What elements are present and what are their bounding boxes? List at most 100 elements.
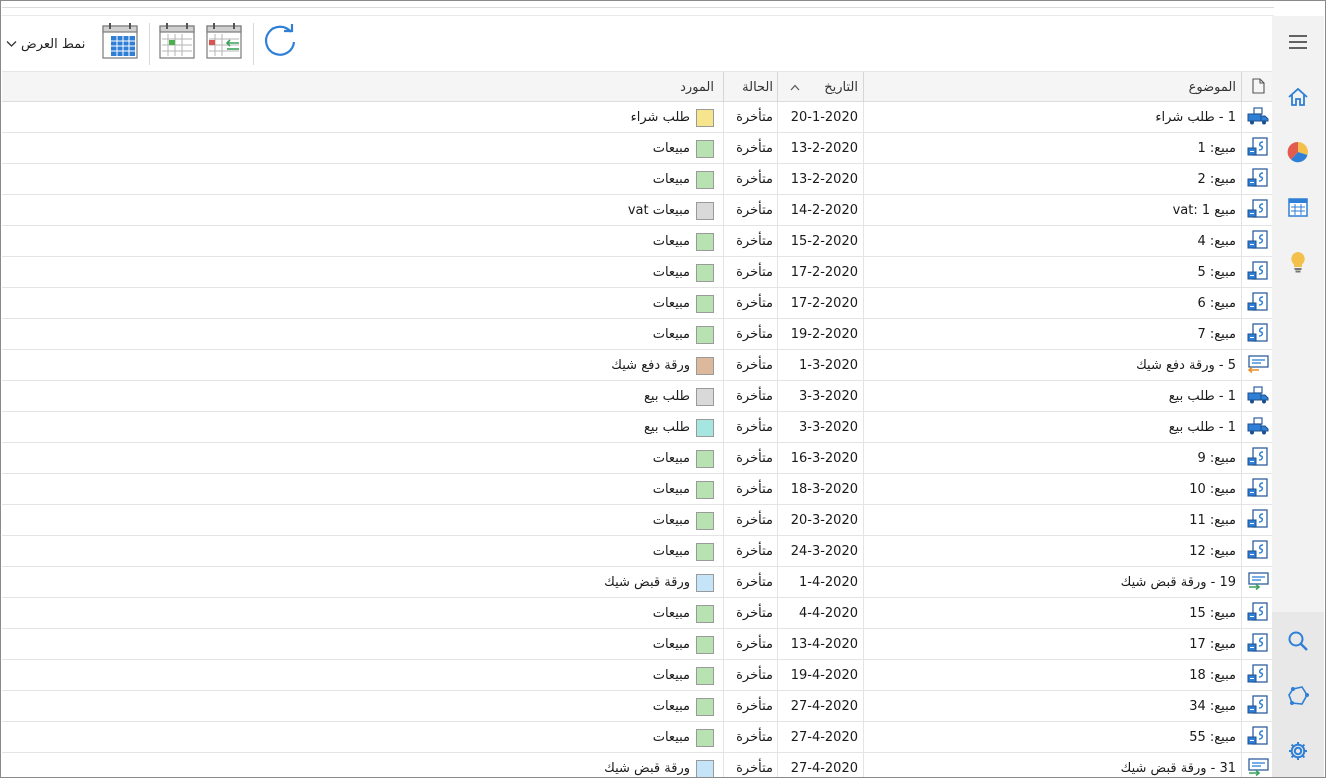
date-cell: 1-4-2020 <box>798 575 858 590</box>
status-cell: متأخرة <box>736 482 773 497</box>
date-cell: 1-3-2020 <box>798 358 858 373</box>
category-color-swatch <box>696 232 714 251</box>
date-cell: 24-3-2020 <box>790 544 858 559</box>
row-type-cell <box>1242 598 1274 629</box>
supplier-label: طلب شراء <box>630 110 690 125</box>
table-row[interactable]: مبيع: 17 13-4-2020 متأخرة مبيعات <box>2 629 1274 660</box>
row-type-cell <box>1242 195 1274 226</box>
supplier-label: مبيعات <box>652 234 690 249</box>
supplier-cell: مبيعات <box>2 164 724 195</box>
subject-cell: مبيع: 17 <box>1189 637 1236 652</box>
menu-icon <box>1288 34 1308 50</box>
calendar-transfer-button[interactable] <box>204 23 244 63</box>
table-row[interactable]: مبيع: 6 17-2-2020 متأخرة مبيعات <box>2 288 1274 319</box>
date-cell: 13-2-2020 <box>790 172 858 187</box>
column-divider <box>1241 505 1242 536</box>
menu-button[interactable] <box>1272 22 1324 62</box>
column-header-type[interactable] <box>1242 72 1274 103</box>
supplier-cell: مبيعات vat <box>2 195 724 226</box>
supplier-cell: مبيعات <box>2 660 724 691</box>
tips-button[interactable] <box>1272 242 1324 282</box>
table-row[interactable]: 5 - ورقة دفع شيك 1-3-2020 متأخرة ورقة دفع ش… <box>2 350 1274 381</box>
calendar-grid-icon <box>101 22 139 64</box>
sales-invoice-icon <box>1247 694 1269 719</box>
table-row[interactable]: مبيع: 5 17-2-2020 متأخرة مبيعات <box>2 257 1274 288</box>
supplier-cell: ورقة قبض شيك <box>2 753 724 777</box>
sales-invoice-icon <box>1247 198 1269 223</box>
sales-invoice-icon <box>1247 663 1269 688</box>
table-row[interactable]: مبيع: 1 13-2-2020 متأخرة مبيعات <box>2 133 1274 164</box>
category-color-swatch <box>696 480 714 499</box>
date-cell: 4-4-2020 <box>798 606 858 621</box>
table-row[interactable]: مبيع: 10 18-3-2020 متأخرة مبيعات <box>2 474 1274 505</box>
table-row[interactable]: مبيع: 34 27-4-2020 متأخرة مبيعات <box>2 691 1274 722</box>
table-row[interactable]: 1 - طلب شراء 20-1-2020 متأخرة طلب شراء <box>2 102 1274 133</box>
table-header: الموضوع التاريخ الحالة المورد <box>2 71 1274 102</box>
home-button[interactable] <box>1272 77 1324 117</box>
supplier-cell: مبيعات <box>2 629 724 660</box>
date-cell: 27-4-2020 <box>790 761 858 776</box>
row-type-cell <box>1242 474 1274 505</box>
row-type-cell <box>1242 381 1274 412</box>
category-color-swatch <box>696 573 714 592</box>
app-window: نمط العرض الموضوع التاريخ الحالة المورد … <box>0 0 1326 778</box>
category-color-swatch <box>696 387 714 406</box>
table-row[interactable]: مبيع: 11 20-3-2020 متأخرة مبيعات <box>2 505 1274 536</box>
table-row[interactable]: 1 - طلب بيع 3-3-2020 متأخرة طلب بيع <box>2 381 1274 412</box>
table-row[interactable]: مبيع: 15 4-4-2020 متأخرة مبيعات <box>2 598 1274 629</box>
table-row[interactable]: 31 - ورقة قبض شيك 27-4-2020 متأخرة ورقة قبض… <box>2 753 1274 777</box>
sales-invoice-icon <box>1247 477 1269 502</box>
supplier-label: مبيعات <box>652 668 690 683</box>
row-type-cell <box>1242 660 1274 691</box>
category-color-swatch <box>696 356 714 375</box>
date-cell: 3-3-2020 <box>798 420 858 435</box>
receipt-cheque-icon <box>1247 571 1269 595</box>
calendar-week-view-button[interactable] <box>157 23 197 63</box>
table-row[interactable]: مبيع: 55 27-4-2020 متأخرة مبيعات <box>2 722 1274 753</box>
date-cell: 19-2-2020 <box>790 327 858 342</box>
table-row[interactable]: مبيع: 2 13-2-2020 متأخرة مبيعات <box>2 164 1274 195</box>
row-type-cell <box>1242 412 1274 443</box>
subject-cell: 19 - ورقة قبض شيك <box>1120 575 1236 590</box>
table-row[interactable]: مبيع: 4 15-2-2020 متأخرة مبيعات <box>2 226 1274 257</box>
status-cell: متأخرة <box>736 513 773 528</box>
supplier-cell: مبيعات <box>2 474 724 505</box>
sales-invoice-icon <box>1247 136 1269 161</box>
supplier-cell: مبيعات <box>2 226 724 257</box>
table-row[interactable]: مبيع: 12 24-3-2020 متأخرة مبيعات <box>2 536 1274 567</box>
supplier-cell: مبيعات <box>2 257 724 288</box>
calendar-grid-view-button[interactable] <box>100 23 140 63</box>
subject-cell: مبيع: 12 <box>1189 544 1236 559</box>
column-divider <box>1241 164 1242 195</box>
view-mode-dropdown[interactable]: نمط العرض <box>6 34 85 54</box>
row-type-cell <box>1242 164 1274 195</box>
category-color-swatch <box>696 759 714 777</box>
table-row[interactable]: مبيع vat: 1 14-2-2020 متأخرة مبيعات vat <box>2 195 1274 226</box>
reports-button[interactable] <box>1272 132 1324 172</box>
supplier-cell: مبيعات <box>2 133 724 164</box>
table-row[interactable]: مبيع: 18 19-4-2020 متأخرة مبيعات <box>2 660 1274 691</box>
column-header-subject[interactable]: الموضوع <box>864 72 1240 103</box>
column-header-status[interactable]: الحالة <box>724 72 778 103</box>
date-cell: 19-4-2020 <box>790 668 858 683</box>
calendar-button[interactable] <box>1272 187 1324 227</box>
table-row[interactable]: مبيع: 9 16-3-2020 متأخرة مبيعات <box>2 443 1274 474</box>
refresh-button[interactable] <box>260 23 300 63</box>
table-row[interactable]: مبيع: 7 19-2-2020 متأخرة مبيعات <box>2 319 1274 350</box>
supplier-cell: مبيعات <box>2 598 724 629</box>
table-row[interactable]: 19 - ورقة قبض شيك 1-4-2020 متأخرة ورقة قبض … <box>2 567 1274 598</box>
shapes-button[interactable] <box>1272 676 1324 716</box>
search-button[interactable] <box>1272 621 1324 661</box>
subject-cell: مبيع: 2 <box>1197 172 1236 187</box>
home-icon <box>1287 86 1309 108</box>
column-divider <box>1241 567 1242 598</box>
toolbar-separator <box>149 23 150 65</box>
sales-invoice-icon <box>1247 446 1269 471</box>
status-cell: متأخرة <box>736 265 773 280</box>
column-header-supplier[interactable]: المورد <box>2 72 724 103</box>
row-type-cell <box>1242 257 1274 288</box>
settings-icon <box>1287 740 1309 762</box>
column-divider <box>1241 288 1242 319</box>
table-row[interactable]: 1 - طلب بيع 3-3-2020 متأخرة طلب بيع <box>2 412 1274 443</box>
settings-button[interactable] <box>1272 731 1324 771</box>
